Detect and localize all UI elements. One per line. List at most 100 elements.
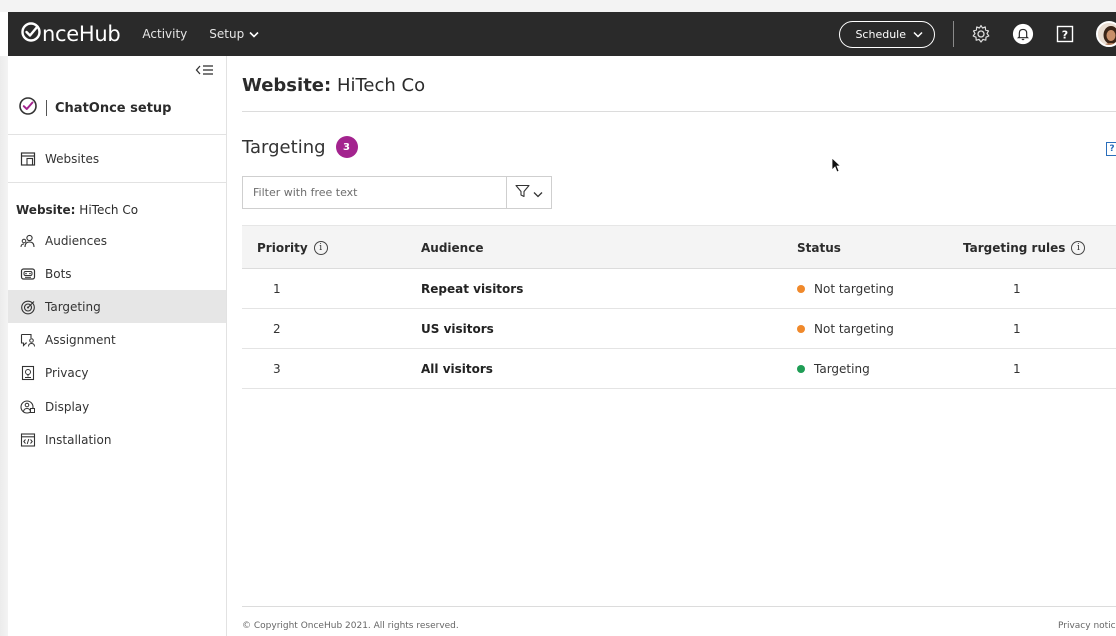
audiences-icon [20,233,36,249]
website-name: HiTech Co [79,203,139,217]
page-title-prefix: Website: [242,75,332,96]
nav-activity[interactable]: Activity [142,27,187,41]
nav-activity-label: Activity [142,27,188,41]
cell-priority: 3 [273,362,281,376]
svg-text:?: ? [1062,28,1068,41]
sidebar-item-label: Targeting [45,299,101,314]
nav-setup[interactable]: Setup [209,27,259,41]
chevron-down-icon [533,183,543,202]
status-label: Targeting [814,362,870,376]
setup-title-label: ChatOnce setup [55,100,172,116]
cell-audience[interactable]: US visitors [421,309,494,349]
schedule-button[interactable]: Schedule [839,20,935,48]
sidebar-item-label: Bots [45,266,72,281]
notifications-bell-icon[interactable] [1012,23,1034,45]
status-dot [797,365,805,373]
targeting-icon [20,299,36,315]
cell-audience[interactable]: Repeat visitors [421,269,523,309]
sidebar-item-label: Websites [45,151,100,166]
chatonce-check-icon [18,96,38,120]
help-icon[interactable]: ? [1106,142,1116,156]
collapse-sidebar-icon[interactable] [194,62,216,78]
cell-audience[interactable]: All visitors [421,349,493,389]
targeting-table: Priority i Audience Status Targeting rul… [242,225,1116,389]
sidebar-item-label: Installation [45,432,112,447]
footer-divider [242,606,1116,607]
title-divider [242,111,1116,112]
sidebar: ChatOnce setup Websites Website: HiTech … [8,56,227,636]
copyright-text: © Copyright OnceHub 2021. All rights res… [242,621,459,631]
sidebar-item-targeting[interactable]: Targeting [8,290,226,323]
table-row[interactable]: 1 Repeat visitors Not targeting 1 [242,269,1116,309]
chatonce-setup-title: ChatOnce setup [18,96,171,120]
user-avatar[interactable] [1096,21,1116,47]
sidebar-item-display[interactable]: Display [8,390,226,423]
installation-icon [20,432,36,448]
oncehub-logo[interactable]: nceHub [20,21,121,48]
table-row[interactable]: 3 All visitors Targeting 1 [242,349,1116,389]
cell-targeting-rules: 1 [1013,322,1021,336]
schedule-button-label: Schedule [855,27,906,41]
column-header-status[interactable]: Status [797,226,841,270]
column-header-label: Status [797,241,841,255]
mouse-cursor-icon [831,157,842,177]
oncehub-logo-mark-icon [20,21,42,48]
sidebar-website-heading: Website: HiTech Co [16,203,138,217]
sidebar-item-label: Privacy [45,365,89,380]
sidebar-item-installation[interactable]: Installation [8,423,226,456]
sidebar-item-label: Assignment [45,332,116,347]
section-title-label: Targeting [242,136,326,158]
status-label: Not targeting [814,322,894,336]
help-question-icon[interactable]: ? [1054,23,1076,45]
info-icon[interactable]: i [1071,241,1086,255]
count-badge: 3 [335,136,358,158]
sidebar-divider [8,134,226,135]
sidebar-item-label: Display [45,399,90,414]
cell-status: Not targeting [797,309,894,349]
title-divider [46,100,47,116]
cell-priority: 1 [273,282,281,296]
sidebar-item-audiences[interactable]: Audiences [8,224,226,257]
status-dot [797,325,805,333]
cell-priority: 2 [273,322,281,336]
cell-targeting-rules: 1 [1013,362,1021,376]
bot-icon [20,266,36,282]
section-title: Targeting 3 [242,136,358,158]
column-header-label: Priority [257,241,308,255]
sidebar-item-bots[interactable]: Bots [8,257,226,290]
sidebar-divider [8,182,226,183]
cell-status: Not targeting [797,269,894,309]
funnel-icon [515,183,530,202]
column-header-priority[interactable]: Priority i [257,226,328,270]
assignment-icon [20,332,36,348]
table-row[interactable]: 2 US visitors Not targeting 1 [242,309,1116,349]
status-label: Not targeting [814,282,894,296]
website-prefix: Website: [16,203,76,217]
sidebar-item-websites[interactable]: Websites [8,142,226,175]
filter-bar [242,176,552,209]
column-header-targeting-rules[interactable]: Targeting rules i [963,226,1086,270]
privacy-notice-link[interactable]: Privacy notice [1058,621,1116,631]
filter-input[interactable] [243,177,506,208]
column-header-audience[interactable]: Audience [421,226,483,270]
header-divider [953,21,954,47]
logo-text: nceHub [42,22,121,46]
window-top-strip [0,0,1116,12]
privacy-icon [20,365,36,381]
nav-setup-label: Setup [209,27,245,41]
chevron-down-icon [249,27,259,41]
info-icon[interactable]: i [313,241,328,255]
display-icon [20,399,36,415]
sidebar-item-label: Audiences [45,233,107,248]
settings-gear-icon[interactable] [970,23,992,45]
sidebar-item-assignment[interactable]: Assignment [8,323,226,356]
cell-targeting-rules: 1 [1013,282,1021,296]
sidebar-item-privacy[interactable]: Privacy [8,356,226,389]
cell-status: Targeting [797,349,870,389]
column-header-label: Audience [421,241,484,255]
page-title: Website: HiTech Co [242,75,425,96]
status-dot [797,285,805,293]
filter-dropdown-button[interactable] [506,177,551,208]
websites-icon [20,151,36,167]
top-navigation-bar: nceHub Activity Setup Schedule ? [8,12,1116,56]
